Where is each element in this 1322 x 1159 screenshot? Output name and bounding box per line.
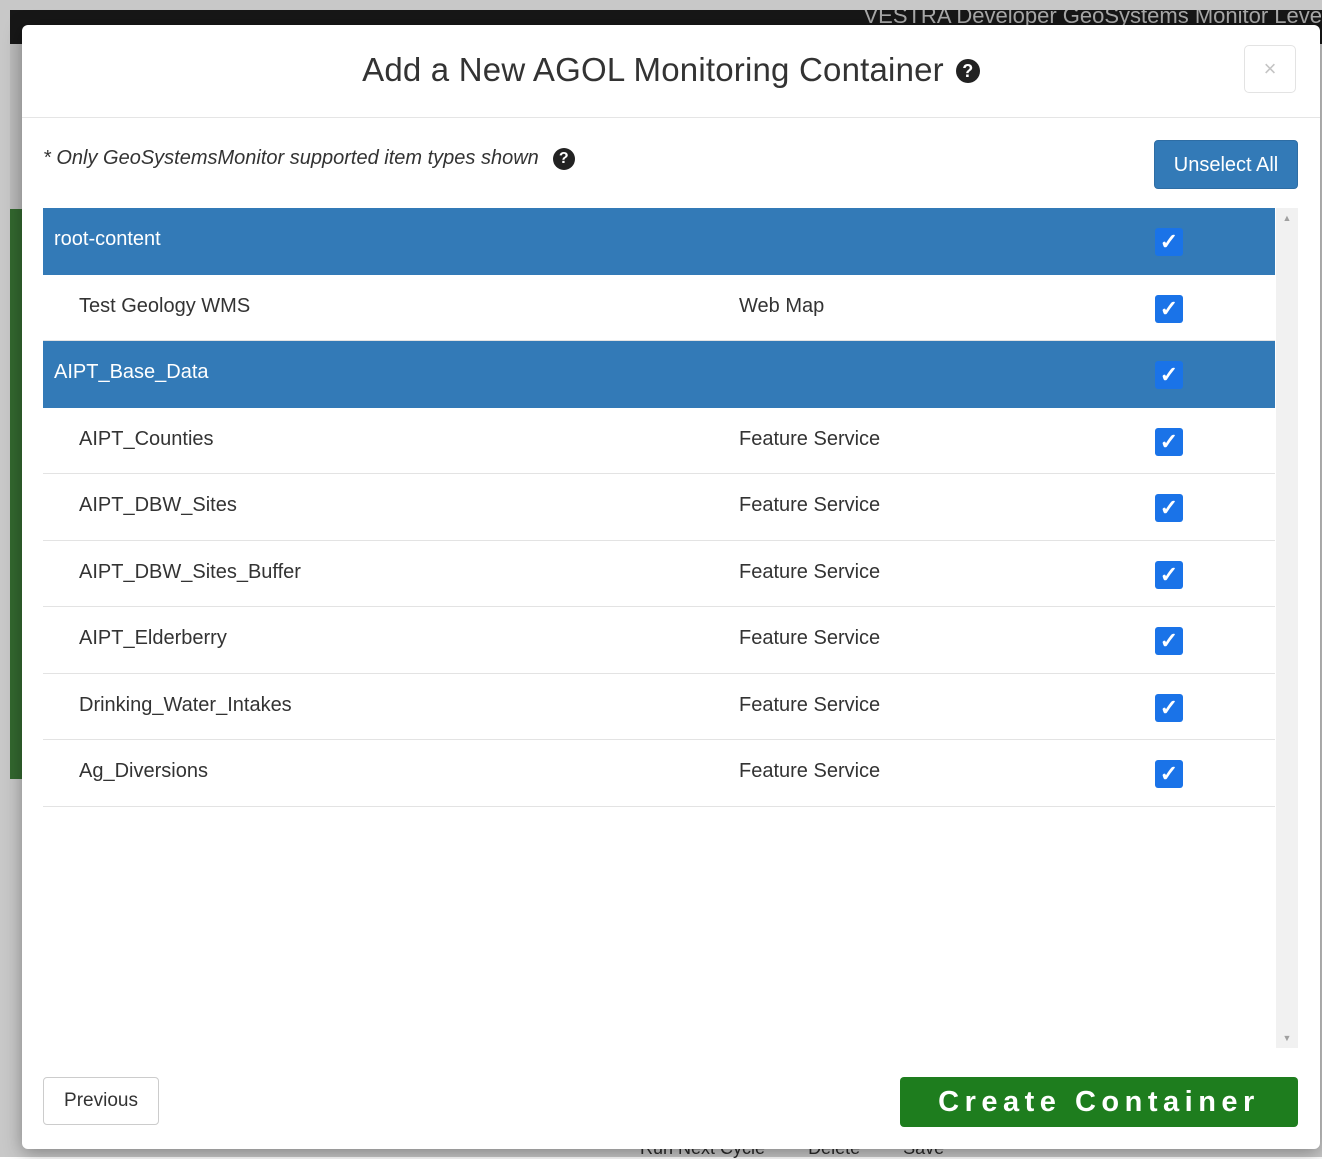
check-icon: ✓: [1159, 428, 1179, 454]
item-type: Feature Service: [739, 560, 881, 583]
select-checkbox[interactable]: ✓: [1155, 361, 1183, 389]
item-row[interactable]: Ag_Diversions Feature Service ✓: [43, 740, 1275, 807]
select-checkbox[interactable]: ✓: [1155, 294, 1183, 323]
close-button[interactable]: ×: [1244, 45, 1296, 93]
item-list: root-content ✓ Test Geology WMS Web Map ✓ AIP…: [43, 208, 1299, 1048]
check-icon: ✓: [1159, 495, 1179, 520]
item-name: Drinking_Water_Intakes: [79, 693, 292, 716]
select-checkbox[interactable]: ✓: [1155, 760, 1183, 788]
item-type: Feature Service: [739, 693, 881, 716]
item-name: Test Geology WMS: [79, 294, 251, 317]
folder-row[interactable]: root-content ✓: [43, 208, 1275, 275]
item-name: AIPT_DBW_Sites: [79, 494, 237, 516]
triangle-up-icon[interactable]: ▲: [1276, 208, 1298, 228]
close-icon: ×: [1263, 56, 1277, 81]
check-icon: ✓: [1159, 694, 1179, 720]
item-type: Feature Service: [739, 760, 881, 782]
item-row[interactable]: Drinking_Water_Intakes Feature Service ✓: [43, 674, 1275, 740]
modal-title: Add a New AGOL Monitoring Container?: [22, 51, 1320, 89]
item-row[interactable]: AIPT_DBW_Sites_Buffer Feature Service ✓: [43, 541, 1275, 607]
unselect-all-button[interactable]: Unselect All: [1154, 140, 1298, 189]
select-checkbox[interactable]: ✓: [1155, 560, 1183, 589]
select-checkbox[interactable]: ✓: [1155, 228, 1183, 256]
check-icon: ✓: [1159, 362, 1179, 387]
folder-row[interactable]: AIPT_Base_Data ✓: [43, 341, 1275, 408]
select-checkbox[interactable]: ✓: [1155, 693, 1183, 722]
check-icon: ✓: [1159, 761, 1179, 786]
item-row[interactable]: Test Geology WMS Web Map ✓: [43, 275, 1275, 341]
previous-button[interactable]: Previous: [43, 1077, 159, 1125]
add-container-modal: Add a New AGOL Monitoring Container? × *…: [22, 25, 1320, 1149]
item-type: Web Map: [739, 294, 825, 317]
item-type: Feature Service: [739, 494, 881, 516]
question-circle-icon[interactable]: ?: [552, 148, 575, 170]
folder-name: AIPT_Base_Data: [54, 361, 209, 383]
select-checkbox[interactable]: ✓: [1155, 627, 1183, 655]
check-icon: ✓: [1159, 295, 1179, 321]
item-row[interactable]: AIPT_Counties Feature Service ✓: [43, 408, 1275, 474]
item-row[interactable]: AIPT_Elderberry Feature Service ✓: [43, 607, 1275, 674]
item-row[interactable]: AIPT_DBW_Sites Feature Service ✓: [43, 474, 1275, 541]
item-name: AIPT_Elderberry: [79, 627, 227, 649]
item-name: AIPT_Counties: [79, 427, 214, 450]
item-name: Ag_Diversions: [79, 760, 208, 782]
modal-title-text: Add a New AGOL Monitoring Container: [362, 51, 944, 88]
list-scrollbar[interactable]: ▲ ▼: [1276, 208, 1298, 1048]
note-text: * Only GeoSystemsMonitor supported item …: [43, 147, 539, 169]
check-icon: ✓: [1159, 561, 1179, 587]
triangle-down-icon[interactable]: ▼: [1276, 1028, 1298, 1048]
item-type: Feature Service: [739, 627, 881, 649]
create-container-button[interactable]: Create Container: [900, 1077, 1298, 1127]
check-icon: ✓: [1159, 229, 1179, 254]
select-checkbox[interactable]: ✓: [1155, 427, 1183, 456]
folder-name: root-content: [54, 228, 161, 250]
question-circle-icon[interactable]: ?: [955, 59, 980, 83]
select-checkbox[interactable]: ✓: [1155, 494, 1183, 522]
supported-types-note: * Only GeoSystemsMonitor supported item …: [43, 147, 575, 170]
item-list-rows: root-content ✓ Test Geology WMS Web Map ✓ AIP…: [43, 208, 1275, 807]
item-type: Feature Service: [739, 427, 881, 450]
modal-header: Add a New AGOL Monitoring Container? ×: [22, 25, 1320, 118]
item-name: AIPT_DBW_Sites_Buffer: [79, 560, 301, 583]
check-icon: ✓: [1159, 628, 1179, 653]
